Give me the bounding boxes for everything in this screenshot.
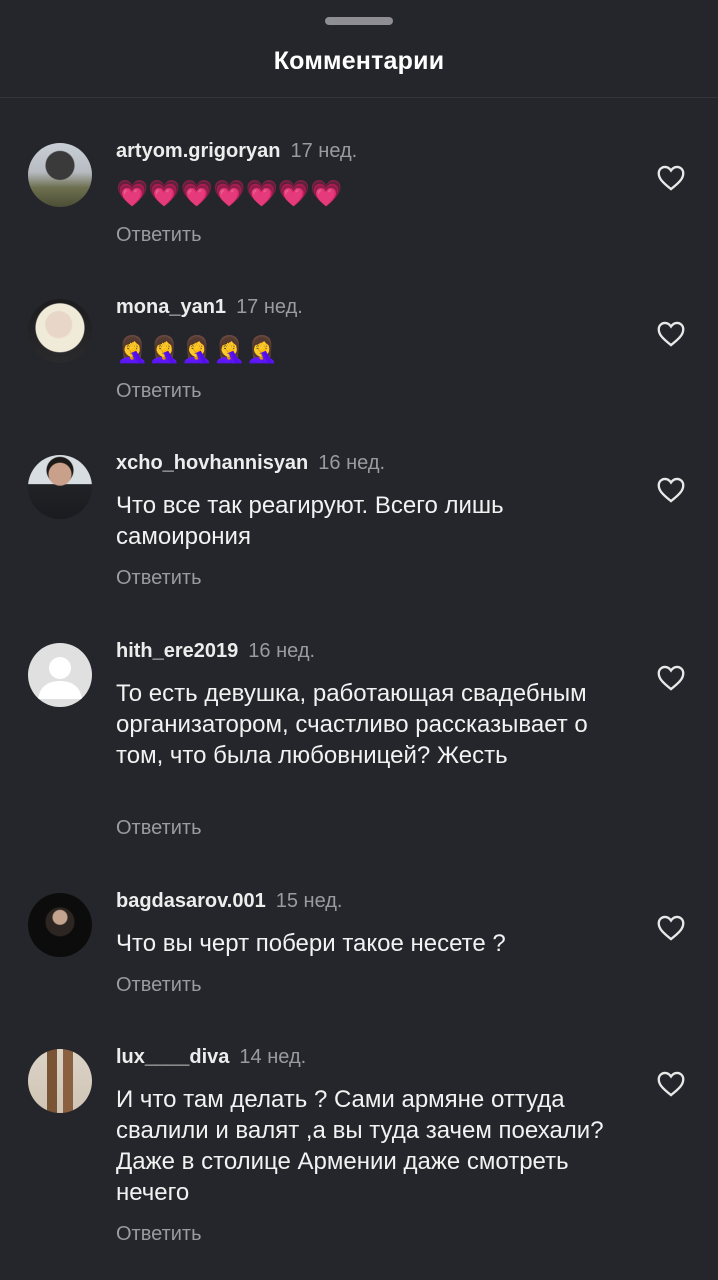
like-button[interactable] [657, 1071, 685, 1097]
heart-outline-icon [657, 477, 685, 503]
comment-meta: hith_ere2019 16 нед. [116, 640, 315, 663]
comment-text: То есть девушка, работающая свадебным ор… [116, 680, 588, 769]
comment-meta: artyom.grigoryan 17 нед. [116, 140, 357, 163]
avatar[interactable] [28, 143, 92, 207]
default-avatar-icon [38, 657, 82, 699]
comment-text: И что там делать ? Сами армяне оттуда св… [116, 1086, 604, 1206]
avatar[interactable] [28, 1049, 92, 1113]
reply-button[interactable]: Ответить [116, 817, 202, 840]
avatar[interactable] [28, 893, 92, 957]
comment-meta: lux____diva 14 нед. [116, 1046, 306, 1069]
avatar[interactable] [28, 299, 92, 363]
comment-text: 🤦‍♀️🤦‍♀️🤦‍♀️🤦‍♀️🤦‍♀️ [116, 334, 278, 364]
heart-outline-icon [657, 1071, 685, 1097]
heart-outline-icon [657, 321, 685, 347]
comments-sheet: Комментарии artyom.grigoryan 17 нед. 💗💗💗💗… [0, 0, 718, 1280]
comment-time: 16 нед. [318, 452, 386, 474]
sheet-title: Комментарии [273, 47, 445, 75]
like-button[interactable] [657, 321, 685, 347]
comment-time: 16 нед. [248, 640, 316, 662]
avatar[interactable] [28, 455, 92, 519]
heart-outline-icon [657, 165, 685, 191]
like-button[interactable] [657, 665, 685, 691]
comment-username[interactable]: xcho_hovhannisyan [116, 452, 308, 474]
like-button[interactable] [657, 477, 685, 503]
comment-time: 14 нед. [239, 1046, 307, 1068]
like-button[interactable] [657, 915, 685, 941]
reply-button[interactable]: Ответить [116, 1223, 202, 1246]
comment-username[interactable]: hith_ere2019 [116, 640, 238, 662]
heart-outline-icon [657, 915, 685, 941]
reply-button[interactable]: Ответить [116, 974, 202, 997]
comment-username[interactable]: bagdasarov.001 [116, 890, 266, 912]
comment-text: 💗💗💗💗💗💗💗 [116, 178, 343, 208]
comment-time: 17 нед. [290, 140, 358, 162]
reply-button[interactable]: Ответить [116, 567, 202, 590]
comment-time: 17 нед. [236, 296, 303, 318]
heart-outline-icon [657, 665, 685, 691]
comment-text: Что все так реагируют. Всего лишь самоир… [116, 492, 504, 550]
comment-username[interactable]: lux____diva [116, 1046, 229, 1068]
comment-meta: mona_yan1 17 нед. [116, 296, 303, 319]
comment-username[interactable]: artyom.grigoryan [116, 140, 280, 162]
avatar[interactable] [28, 643, 92, 707]
comment-text: Что вы черт побери такое несете ? [116, 930, 506, 957]
reply-button[interactable]: Ответить [116, 380, 202, 403]
reply-button[interactable]: Ответить [116, 224, 202, 247]
drag-handle[interactable] [325, 17, 393, 25]
comment-time: 15 нед. [275, 890, 343, 912]
comment-meta: bagdasarov.001 15 нед. [116, 890, 342, 913]
like-button[interactable] [657, 165, 685, 191]
comment-username[interactable]: mona_yan1 [116, 296, 226, 318]
comment-meta: xcho_hovhannisyan 16 нед. [116, 452, 385, 475]
header-divider [0, 97, 718, 98]
